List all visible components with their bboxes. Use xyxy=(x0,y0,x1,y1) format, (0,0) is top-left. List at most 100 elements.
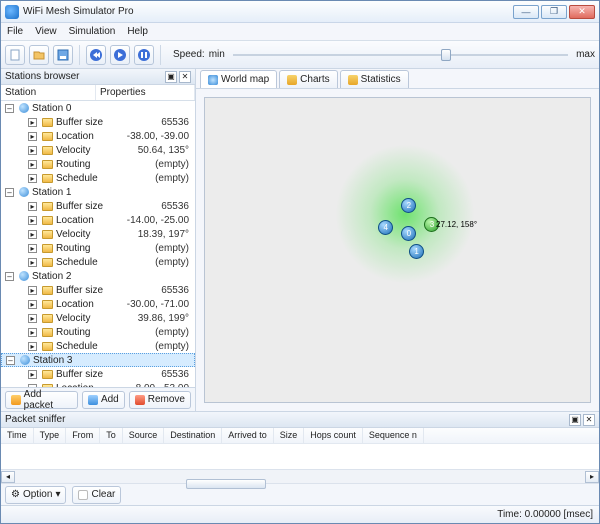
expand-icon[interactable]: ▸ xyxy=(28,328,37,337)
stations-browser-panel: Stations browser ▣ ✕ Station Properties … xyxy=(1,69,196,411)
titlebar[interactable]: WiFi Mesh Simulator Pro — ❐ ✕ xyxy=(1,1,599,23)
station-property[interactable]: ▸Location-14.00, -25.00 xyxy=(1,213,195,227)
world-map-canvas[interactable]: 4201327.12, 158° xyxy=(204,97,591,403)
station-property[interactable]: ▸Routing(empty) xyxy=(1,157,195,171)
sniffer-col[interactable]: Arrived to xyxy=(222,428,274,443)
expand-icon[interactable]: ▸ xyxy=(28,258,37,267)
open-button[interactable] xyxy=(29,45,49,65)
panel-float-icon[interactable]: ▣ xyxy=(569,414,581,426)
menu-help[interactable]: Help xyxy=(127,26,148,37)
expand-icon[interactable]: ▸ xyxy=(28,300,37,309)
scroll-left-icon[interactable]: ◂ xyxy=(1,471,15,483)
sniffer-col[interactable]: Size xyxy=(274,428,305,443)
sniffer-col[interactable]: Type xyxy=(34,428,67,443)
station-property[interactable]: ▸Buffer size65536 xyxy=(1,367,195,381)
station-property[interactable]: ▸Schedule(empty) xyxy=(1,171,195,185)
menu-view[interactable]: View xyxy=(35,26,57,37)
station-node[interactable]: –Station 2 xyxy=(1,269,195,283)
close-button[interactable]: ✕ xyxy=(569,5,595,19)
station-property[interactable]: ▸Buffer size65536 xyxy=(1,283,195,297)
speed-label: Speed: xyxy=(173,49,205,60)
col-properties[interactable]: Properties xyxy=(96,85,195,100)
dropdown-icon: ▾ xyxy=(55,489,60,500)
expand-icon[interactable]: ▸ xyxy=(28,370,37,379)
expand-icon[interactable]: – xyxy=(6,356,15,365)
panel-close-icon[interactable]: ✕ xyxy=(583,414,595,426)
stations-browser-header[interactable]: Stations browser ▣ ✕ xyxy=(1,69,195,85)
sniffer-col[interactable]: Destination xyxy=(164,428,222,443)
menu-simulation[interactable]: Simulation xyxy=(69,26,116,37)
horizontal-scrollbar[interactable]: ◂ ▸ xyxy=(1,469,599,483)
expand-icon[interactable]: ▸ xyxy=(28,216,37,225)
play-button[interactable] xyxy=(110,45,130,65)
sniffer-col[interactable]: From xyxy=(66,428,100,443)
expand-icon[interactable]: ▸ xyxy=(28,132,37,141)
expand-icon[interactable]: ▸ xyxy=(28,342,37,351)
station-property[interactable]: ▸Schedule(empty) xyxy=(1,255,195,269)
tab-charts[interactable]: Charts xyxy=(279,70,337,88)
sniffer-body[interactable]: ◂ ▸ xyxy=(1,444,599,483)
panel-close-icon[interactable]: ✕ xyxy=(179,71,191,83)
new-button[interactable] xyxy=(5,45,25,65)
speed-slider-thumb[interactable] xyxy=(441,49,451,61)
gear-icon: ⚙ xyxy=(11,489,20,500)
station-node[interactable]: –Station 1 xyxy=(1,185,195,199)
pause-button[interactable] xyxy=(134,45,154,65)
remove-icon xyxy=(135,395,145,405)
packet-sniffer-header[interactable]: Packet sniffer ▣ ✕ xyxy=(1,412,599,428)
sniffer-col[interactable]: To xyxy=(100,428,123,443)
tab-world-map[interactable]: World map xyxy=(200,70,277,88)
station-node[interactable]: –Station 0 xyxy=(1,101,195,115)
speed-slider[interactable] xyxy=(233,54,568,56)
sniffer-col[interactable]: Hops count xyxy=(304,428,363,443)
stations-buttons: Add packet Add Remove xyxy=(1,387,195,411)
expand-icon[interactable]: – xyxy=(5,188,14,197)
station-property[interactable]: ▸Buffer size65536 xyxy=(1,115,195,129)
expand-icon[interactable]: ▸ xyxy=(28,160,37,169)
station-property[interactable]: ▸Velocity39.86, 199° xyxy=(1,311,195,325)
save-button[interactable] xyxy=(53,45,73,65)
station-property[interactable]: ▸Location-38.00, -39.00 xyxy=(1,129,195,143)
option-button[interactable]: ⚙Option▾ xyxy=(5,486,66,504)
tab-statistics[interactable]: Statistics xyxy=(340,70,409,88)
scroll-right-icon[interactable]: ▸ xyxy=(585,471,599,483)
station-property[interactable]: ▸Velocity18.39, 197° xyxy=(1,227,195,241)
clear-button[interactable]: Clear xyxy=(72,486,121,504)
expand-icon[interactable]: ▸ xyxy=(28,244,37,253)
station-property[interactable]: ▸Velocity50.64, 135° xyxy=(1,143,195,157)
col-station[interactable]: Station xyxy=(1,85,96,100)
station-property[interactable]: ▸Schedule(empty) xyxy=(1,339,195,353)
rewind-button[interactable] xyxy=(86,45,106,65)
expand-icon[interactable]: – xyxy=(5,272,14,281)
sniffer-col[interactable]: Sequence n xyxy=(363,428,424,443)
maximize-button[interactable]: ❐ xyxy=(541,5,567,19)
expand-icon[interactable]: – xyxy=(5,104,14,113)
expand-icon[interactable]: ▸ xyxy=(28,286,37,295)
expand-icon[interactable]: ▸ xyxy=(28,174,37,183)
add-station-button[interactable]: Add xyxy=(82,391,125,409)
station-node[interactable]: –Station 3 xyxy=(1,353,195,367)
stations-tree[interactable]: –Station 0▸Buffer size65536▸Location-38.… xyxy=(1,101,195,387)
minimize-button[interactable]: — xyxy=(513,5,539,19)
map-station-4[interactable]: 4 xyxy=(378,220,393,235)
station-property[interactable]: ▸Buffer size65536 xyxy=(1,199,195,213)
expand-icon[interactable]: ▸ xyxy=(28,230,37,239)
remove-button[interactable]: Remove xyxy=(129,391,191,409)
expand-icon[interactable]: ▸ xyxy=(28,146,37,155)
station-property[interactable]: ▸Location-30.00, -71.00 xyxy=(1,297,195,311)
sniffer-col[interactable]: Source xyxy=(123,428,165,443)
expand-icon[interactable]: ▸ xyxy=(28,202,37,211)
velocity-label: 27.12, 158° xyxy=(436,220,477,229)
station-property[interactable]: ▸Routing(empty) xyxy=(1,241,195,255)
panel-float-icon[interactable]: ▣ xyxy=(165,71,177,83)
expand-icon[interactable]: ▸ xyxy=(28,118,37,127)
separator xyxy=(79,45,80,65)
map-station-1[interactable]: 1 xyxy=(409,244,424,259)
sniffer-col[interactable]: Time xyxy=(1,428,34,443)
map-station-0[interactable]: 0 xyxy=(401,226,416,241)
menu-file[interactable]: File xyxy=(7,26,23,37)
add-packet-button[interactable]: Add packet xyxy=(5,391,78,409)
expand-icon[interactable]: ▸ xyxy=(28,314,37,323)
station-property[interactable]: ▸Routing(empty) xyxy=(1,325,195,339)
scrollbar-thumb[interactable] xyxy=(186,479,266,489)
